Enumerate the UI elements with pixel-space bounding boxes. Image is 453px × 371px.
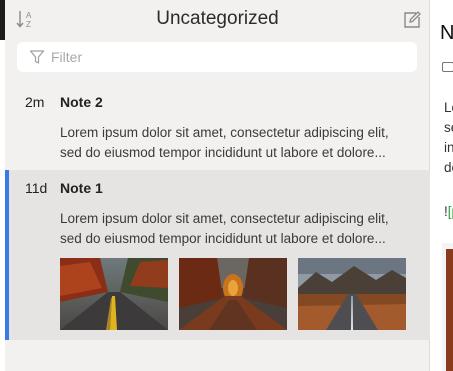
note-age: 2m — [25, 94, 45, 110]
note-excerpt-line: Lorem ipsum dolor sit amet, consectetur … — [60, 211, 389, 226]
note-list-item[interactable]: 2m Note 2 Lorem ipsum dolor sit amet, co… — [5, 84, 430, 170]
note-excerpt-line: sed do eiusmod tempor incididunt ut labo… — [60, 145, 386, 160]
note-excerpt: Lorem ipsum dolor sit amet, consectetur … — [60, 209, 425, 249]
selection-indicator — [5, 170, 9, 340]
autumn-road-thumbnail — [60, 258, 168, 330]
note-list-item-selected[interactable]: 11d Note 1 Lorem ipsum dolor sit amet, c… — [5, 170, 430, 340]
filter-input[interactable] — [51, 42, 407, 72]
note-excerpt-line: sed do eiusmod tempor incididunt ut labo… — [60, 231, 386, 246]
compose-icon[interactable] — [402, 10, 422, 30]
note-detail-body: Lo se in de — [444, 98, 453, 178]
note-title: Note 1 — [60, 180, 103, 196]
body-line: de — [444, 160, 453, 175]
image-link-line: ![p — [444, 204, 453, 219]
list-header: A Z Uncategorized — [5, 0, 430, 40]
filter-icon — [29, 49, 45, 65]
body-line: in — [444, 140, 453, 155]
autumn-forest-path-thumbnail — [179, 258, 287, 330]
note-detail-pane: N Lo se in de ![p — [430, 0, 453, 371]
embedded-image — [442, 243, 453, 371]
note-excerpt-line: Lorem ipsum dolor sit amet, consectetur … — [60, 125, 389, 140]
note-list-pane: A Z Uncategorized 2m Note 2 Lorem ipsum … — [5, 0, 430, 371]
filter-box — [17, 42, 417, 72]
device-icon — [442, 62, 453, 72]
note-detail-title: N — [440, 22, 453, 44]
body-line: se — [444, 120, 453, 135]
image-link[interactable]: [p — [448, 204, 453, 219]
note-excerpt: Lorem ipsum dolor sit amet, consectetur … — [60, 123, 425, 163]
mountain-road-thumbnail — [298, 258, 406, 330]
note-title: Note 2 — [60, 94, 103, 110]
note-age: 11d — [25, 180, 48, 196]
embedded-image-content — [446, 249, 453, 371]
body-line: Lo — [444, 100, 453, 115]
list-title: Uncategorized — [156, 8, 279, 29]
